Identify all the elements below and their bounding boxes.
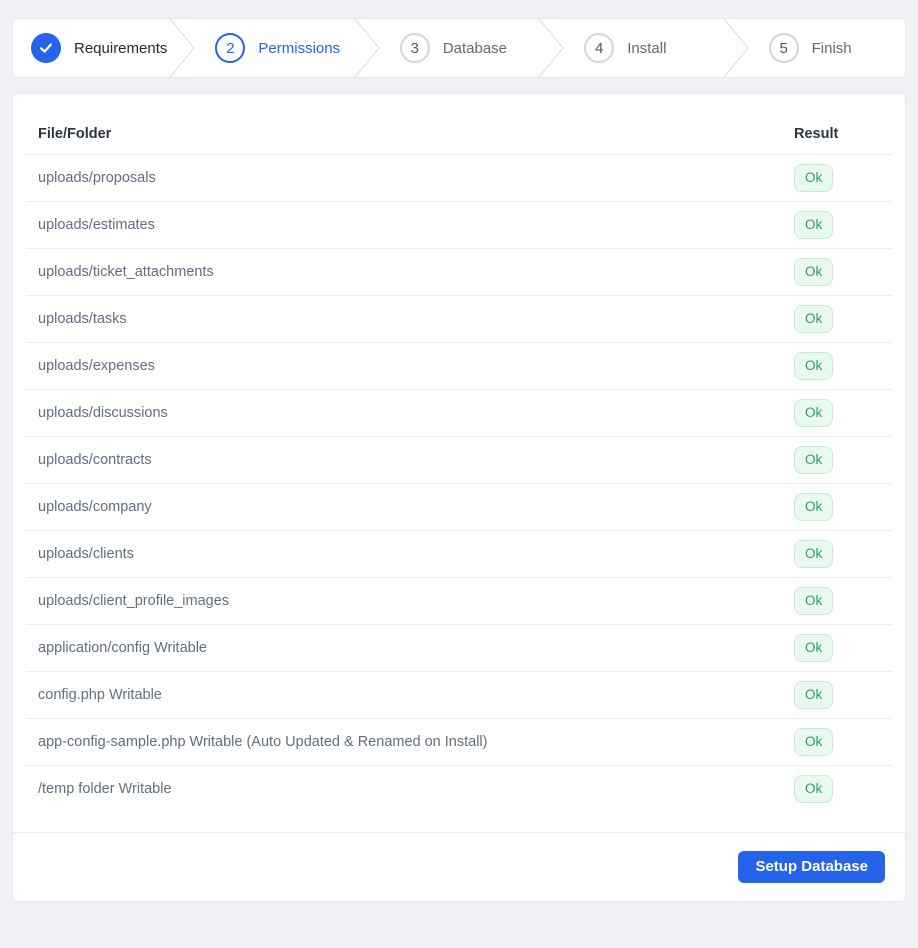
file-folder-cell: /temp folder Writable — [38, 781, 172, 797]
table-row: uploads/expenses Ok — [26, 342, 892, 390]
chevron-separator-icon — [354, 19, 380, 77]
file-folder-cell: uploads/estimates — [26, 201, 782, 249]
step-label: Permissions — [258, 39, 341, 57]
file-folder-cell: uploads/expenses — [26, 342, 782, 390]
file-folder-cell: uploads/company — [26, 483, 782, 531]
status-badge: Ok — [794, 305, 834, 333]
table-row: uploads/proposals Ok — [26, 154, 892, 202]
step-label: Requirements — [74, 39, 168, 57]
step-number-circle: 4 — [584, 33, 615, 63]
permissions-card: File/Folder Result uploads/proposals Ok … — [12, 93, 906, 902]
check-circle-icon — [31, 33, 61, 63]
status-badge: Ok — [794, 587, 834, 615]
chevron-separator-icon — [538, 19, 565, 77]
status-badge: Ok — [794, 258, 834, 286]
wizard-stepper: Requirements 2 Permissions 3 Database 4 … — [12, 18, 906, 78]
file-folder-cell: uploads/client_profile_images — [26, 577, 782, 625]
file-folder-cell: uploads/tasks — [26, 295, 782, 343]
status-badge: Ok — [794, 493, 834, 521]
step-install[interactable]: 4 Install — [566, 19, 720, 77]
table-row: uploads/ticket_attachments Ok — [26, 248, 892, 296]
table-row: /temp folder Writable Ok — [26, 766, 892, 813]
step-number-circle: 5 — [768, 33, 799, 63]
file-folder-cell: config.php Writable — [26, 671, 782, 719]
step-requirements[interactable]: Requirements — [13, 19, 167, 77]
table-row: uploads/contracts Ok — [26, 436, 892, 484]
file-folder-cell: uploads/discussions — [26, 389, 782, 437]
table-header-row: File/Folder Result — [26, 114, 892, 155]
status-badge: Ok — [794, 775, 834, 803]
table-row: uploads/clients Ok — [26, 530, 892, 578]
table-row: application/config Writable Ok — [26, 624, 892, 672]
status-badge: Ok — [794, 540, 834, 568]
file-folder-cell: uploads/contracts — [26, 436, 782, 484]
step-label: Database — [442, 39, 508, 57]
table-row: uploads/tasks Ok — [26, 295, 892, 343]
step-finish[interactable]: 5 Finish — [751, 19, 905, 77]
status-badge: Ok — [794, 728, 834, 756]
status-badge: Ok — [794, 681, 834, 709]
status-badge: Ok — [794, 211, 834, 239]
setup-database-button[interactable]: Setup Database — [738, 851, 885, 883]
file-folder-cell: application/config Writable — [26, 624, 782, 672]
table-row: app-config-sample.php Writable (Auto Upd… — [26, 718, 892, 766]
file-folder-cell: uploads/proposals — [26, 154, 782, 202]
step-database[interactable]: 3 Database — [382, 19, 536, 77]
table-row: uploads/company Ok — [26, 483, 892, 531]
step-permissions[interactable]: 2 Permissions — [197, 19, 351, 77]
file-folder-cell: uploads/clients — [26, 530, 782, 578]
status-badge: Ok — [794, 399, 834, 427]
chevron-separator-icon — [723, 19, 749, 77]
card-footer: Setup Database — [13, 832, 905, 901]
table-row: uploads/estimates Ok — [26, 201, 892, 249]
table-row: uploads/client_profile_images Ok — [26, 577, 892, 625]
status-badge: Ok — [794, 352, 834, 380]
step-label: Finish — [811, 39, 852, 57]
chevron-separator-icon — [169, 19, 196, 77]
file-folder-cell: app-config-sample.php Writable (Auto Upd… — [26, 718, 782, 766]
status-badge: Ok — [794, 164, 834, 192]
status-badge: Ok — [794, 446, 834, 474]
file-folder-cell: uploads/ticket_attachments — [26, 248, 782, 296]
step-label: Install — [627, 39, 667, 57]
step-number-circle: 2 — [215, 33, 246, 63]
permissions-card-body: File/Folder Result uploads/proposals Ok … — [13, 94, 905, 832]
table-row: config.php Writable Ok — [26, 671, 892, 719]
table-row: uploads/discussions Ok — [26, 389, 892, 437]
status-badge: Ok — [794, 634, 834, 662]
column-header-file-folder: File/Folder — [26, 114, 782, 155]
column-header-result: Result — [782, 114, 892, 155]
step-number-circle: 3 — [399, 33, 430, 63]
permissions-table: File/Folder Result uploads/proposals Ok … — [26, 114, 892, 812]
